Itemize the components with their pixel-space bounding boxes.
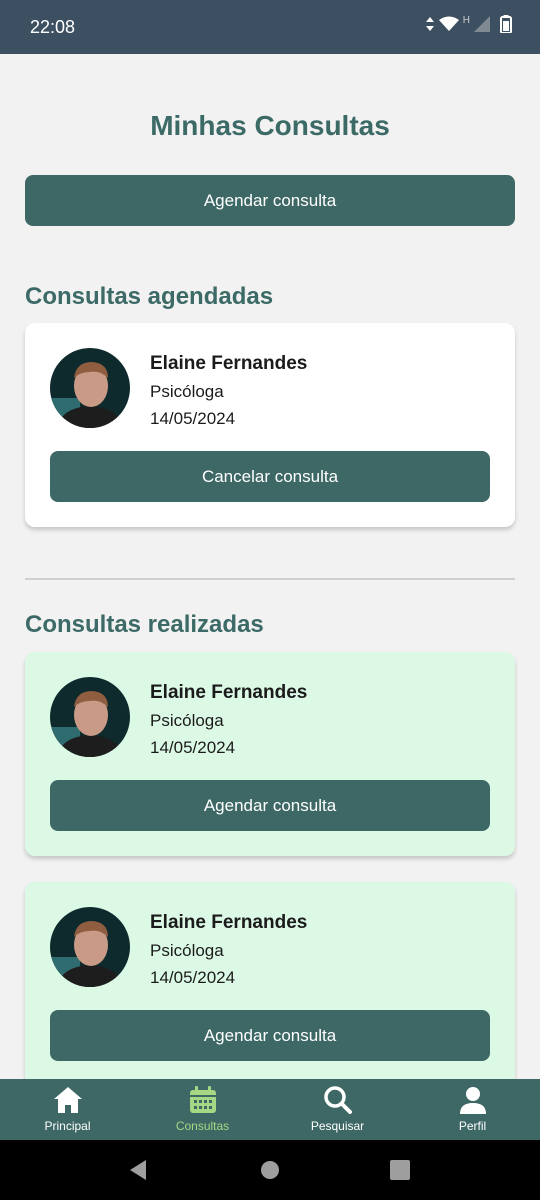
nav-label: Principal	[44, 1119, 91, 1133]
reschedule-appointment-button[interactable]: Agendar consulta	[50, 780, 490, 831]
nav-label: Perfil	[458, 1119, 487, 1133]
doctor-role: Psicóloga	[150, 711, 224, 730]
doctor-role: Psicóloga	[150, 941, 224, 960]
recents-icon[interactable]	[390, 1160, 410, 1180]
nav-item-pesquisar[interactable]: Pesquisar	[270, 1079, 405, 1140]
avatar	[50, 677, 130, 757]
battery-icon	[500, 15, 512, 33]
bottom-navigation: Principal Consultas Pesquisar Perfil	[0, 1079, 540, 1140]
signal-icon	[474, 16, 490, 32]
page-title: Minhas Consultas	[150, 110, 390, 141]
system-navigation-bar	[0, 1140, 540, 1200]
status-time: 22:08	[30, 17, 76, 37]
doctor-role: Psicóloga	[150, 382, 224, 401]
calendar-icon	[189, 1086, 216, 1113]
avatar	[50, 348, 130, 428]
reschedule-appointment-button[interactable]: Agendar consulta	[50, 1010, 490, 1061]
status-icons: H	[425, 15, 512, 33]
nav-label: Pesquisar	[310, 1119, 365, 1133]
cancel-appointment-button[interactable]: Cancelar consulta	[50, 451, 490, 502]
nav-item-perfil[interactable]: Perfil	[405, 1079, 540, 1140]
nav-item-consultas[interactable]: Consultas	[135, 1079, 270, 1140]
wifi-icon	[438, 16, 459, 31]
scheduled-appointment-card: Elaine Fernandes Psicóloga 14/05/2024 Ca…	[25, 323, 515, 527]
schedule-appointment-button[interactable]: Agendar consulta	[25, 175, 515, 226]
home-icon	[53, 1087, 82, 1113]
home-circle-icon[interactable]	[260, 1160, 280, 1180]
completed-section-title: Consultas realizadas	[25, 611, 264, 638]
section-divider	[25, 578, 515, 580]
doctor-name: Elaine Fernandes	[150, 912, 308, 933]
data-arrows-icon	[425, 17, 434, 31]
status-bar: 22:08 H	[0, 0, 540, 54]
appointment-date: 14/05/2024	[150, 738, 236, 757]
nav-item-principal[interactable]: Principal	[0, 1079, 135, 1140]
person-icon	[459, 1087, 486, 1114]
appointment-date: 14/05/2024	[150, 409, 236, 428]
doctor-name: Elaine Fernandes	[150, 353, 308, 374]
scheduled-section-title: Consultas agendadas	[25, 283, 274, 310]
search-icon	[323, 1086, 352, 1114]
back-icon[interactable]	[128, 1159, 148, 1181]
network-type-label: H	[462, 14, 470, 26]
appointment-date: 14/05/2024	[150, 968, 236, 987]
completed-appointment-card: Elaine Fernandes Psicóloga 14/05/2024 Ag…	[25, 652, 515, 856]
completed-appointment-card: Elaine Fernandes Psicóloga 14/05/2024 Ag…	[25, 882, 515, 1086]
nav-label: Consultas	[175, 1119, 230, 1133]
avatar	[50, 907, 130, 987]
doctor-name: Elaine Fernandes	[150, 682, 308, 703]
